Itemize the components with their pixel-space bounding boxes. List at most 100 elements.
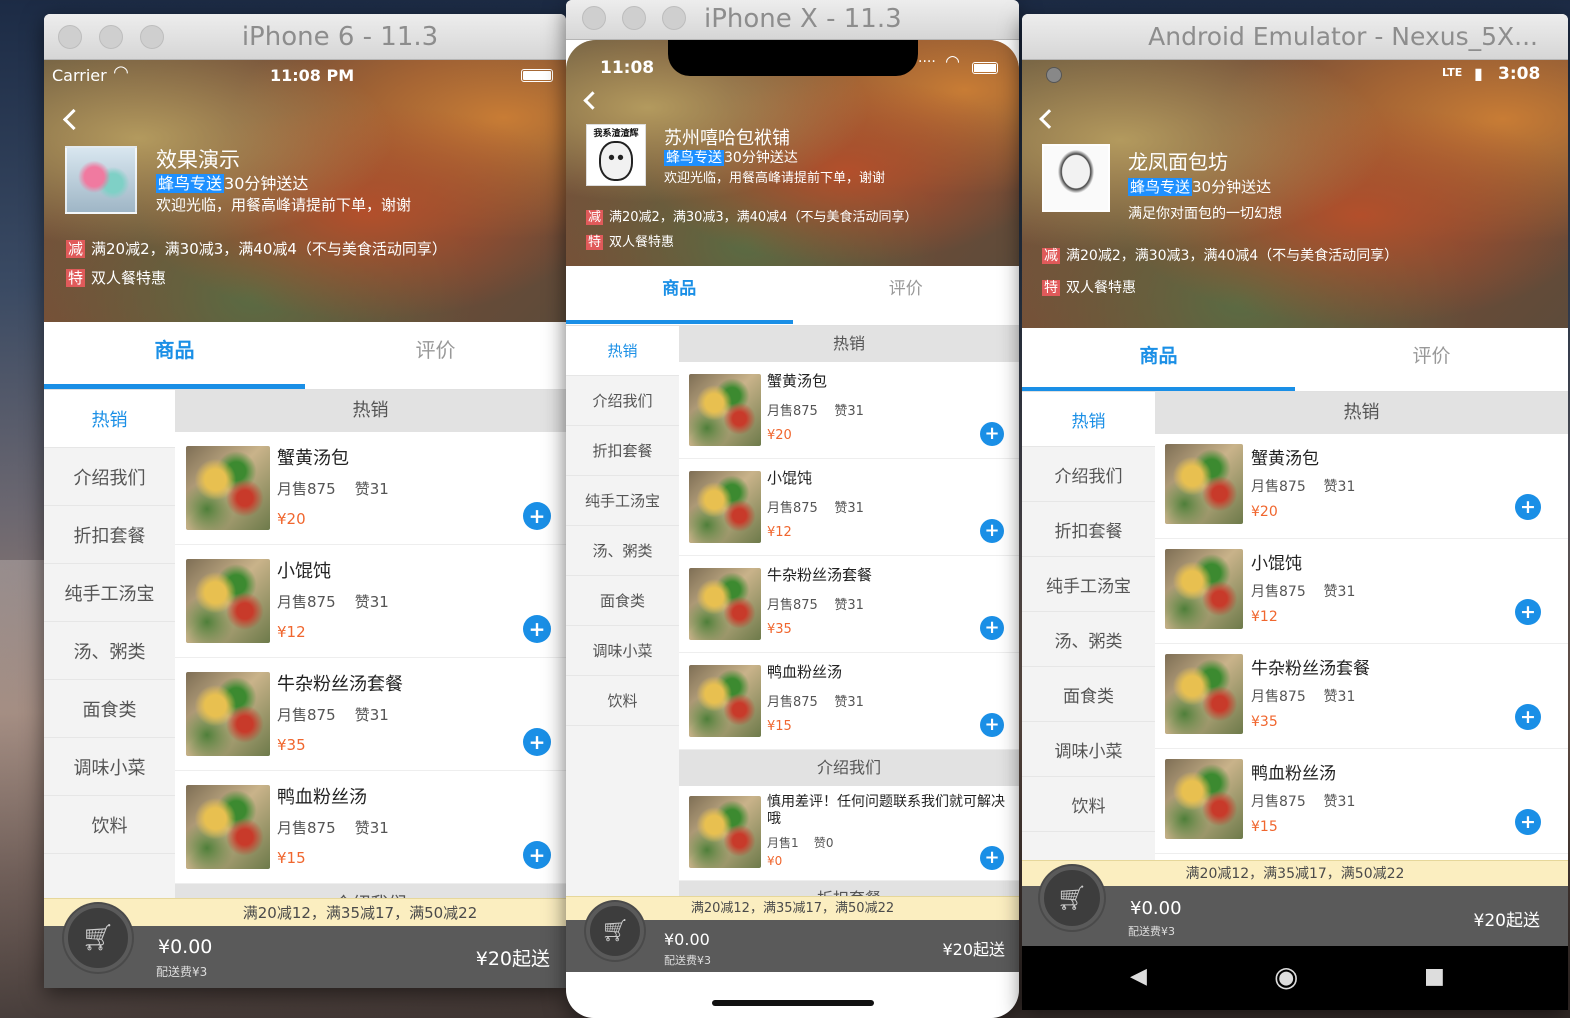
add-to-cart-button[interactable]: + [980,616,1004,640]
menu-item[interactable]: 面食类 [566,576,679,626]
delivery-fee: 配送费¥3 [664,954,711,967]
cart-button[interactable]: 🛒︎ [586,902,644,960]
section-header: 介绍我们 [175,884,566,898]
battery-icon [972,62,998,74]
nav-recent-button[interactable]: ■ [1424,964,1445,989]
cart-button[interactable]: 🛒︎ [1040,866,1104,930]
food-list[interactable]: 热销 蟹黄汤包 月售875 赞31 ¥20 + 小馄饨 月售875 赞31 ¥1… [1155,392,1568,860]
food-sales: 月售875 赞31 [1251,794,1356,810]
nav-home-button[interactable]: ◉ [1274,960,1298,993]
food-sales: 月售875 赞31 [767,404,864,419]
menu-item[interactable]: 调味小菜 [566,626,679,676]
menu-item[interactable]: 介绍我们 [566,376,679,426]
food-image [186,785,270,869]
tab-reviews[interactable]: 评价 [793,266,1020,312]
menu-item[interactable]: 饮料 [44,796,175,854]
tab-goods[interactable]: 商品 [566,266,793,312]
food-item[interactable]: 蟹黄汤包 月售875 赞31 ¥20 + [1155,434,1568,539]
menu-item[interactable]: 调味小菜 [44,738,175,796]
food-item[interactable]: 慎用差评！任何问题联系我们就可解决哦 月售1 赞0 ¥0 + [679,786,1019,881]
camera-dot [1046,67,1062,83]
section-header: 折扣套餐 [679,881,1019,896]
food-item[interactable]: 小馄饨 月售875 赞31 ¥12 + [175,545,566,658]
add-to-cart-button[interactable]: + [980,713,1004,737]
battery-icon: ▮ [1474,64,1483,83]
food-sales: 月售875 赞31 [1251,584,1356,600]
menu-item[interactable]: 汤、粥类 [44,622,175,680]
menu-item[interactable]: 纯手工汤宝 [44,564,175,622]
add-to-cart-button[interactable]: + [1515,599,1541,625]
simulator-window-iphone6: iPhone 6 - 11.3 Carrier ◠ 11:08 PM 效果演示 … [44,14,566,988]
food-sales: 月售875 赞31 [277,593,389,611]
add-to-cart-button[interactable]: + [523,502,551,530]
menu-item[interactable]: 介绍我们 [44,448,175,506]
promo-bar: 满20减12，满35减17，满50减22 [1022,860,1568,886]
food-item[interactable]: 鸭血粉丝汤 月售875 赞31 ¥15 + [679,653,1019,750]
menu-item[interactable]: 折扣套餐 [1022,502,1155,557]
menu-item[interactable]: 面食类 [44,680,175,738]
food-list[interactable]: 热销 蟹黄汤包 月售875 赞31 ¥20 + 小馄饨 月售875 赞31 ¥1… [175,390,566,898]
back-button[interactable] [1039,109,1059,129]
home-indicator[interactable] [712,1000,874,1006]
add-to-cart-button[interactable]: + [523,615,551,643]
add-to-cart-button[interactable]: + [523,728,551,756]
add-to-cart-button[interactable]: + [1515,704,1541,730]
window-titlebar[interactable]: iPhone 6 - 11.3 [44,14,566,60]
food-item[interactable]: 鸭血粉丝汤 月售875 赞31 ¥15 + [1155,749,1568,854]
shop-logo [65,146,137,214]
menu-item[interactable]: 热销 [566,326,679,376]
food-image [186,446,270,530]
menu-item[interactable]: 折扣套餐 [566,426,679,476]
window-titlebar[interactable]: Android Emulator - Nexus_5X... [1022,14,1568,60]
window-title: iPhone X - 11.3 [704,4,902,34]
food-item[interactable]: 蟹黄汤包 月售875 赞31 ¥20 + [679,362,1019,459]
window-titlebar[interactable]: iPhone X - 11.3 [566,0,1019,40]
cart-total: ¥0.00 [1130,898,1182,919]
menu-item[interactable]: 饮料 [1022,777,1155,832]
tab-goods[interactable]: 商品 [44,322,305,378]
shopping-cart-icon: 🛒︎ [81,923,115,953]
add-to-cart-button[interactable]: + [980,422,1004,446]
food-image [186,559,270,643]
shopping-cart-icon: 🛒︎ [1056,884,1088,912]
menu-item[interactable]: 纯手工汤宝 [1022,557,1155,612]
menu-item[interactable]: 热销 [44,390,175,448]
cart-button[interactable]: 🛒︎ [64,904,132,972]
food-item[interactable]: 蟹黄汤包 月售875 赞31 ¥20 + [175,432,566,545]
menu-item[interactable]: 折扣套餐 [44,506,175,564]
food-sales: 月售1 赞0 [767,836,834,850]
back-button[interactable] [583,91,602,110]
food-item[interactable]: 牛杂粉丝汤套餐 月售875 赞31 ¥35 + [175,658,566,771]
special-activity: 特双人餐特惠 [586,235,675,250]
tab-indicator [566,320,793,324]
food-list[interactable]: 热销 蟹黄汤包 月售875 赞31 ¥20 + 小馄饨 月售875 赞31 ¥1… [679,326,1019,896]
food-item[interactable]: 小馄饨 月售875 赞31 ¥12 + [1155,539,1568,644]
add-to-cart-button[interactable]: + [980,846,1004,870]
nav-back-button[interactable]: ◀ [1130,964,1147,989]
tab-goods[interactable]: 商品 [1022,328,1295,384]
add-to-cart-button[interactable]: + [1515,809,1541,835]
add-to-cart-button[interactable]: + [980,519,1004,543]
menu-item[interactable]: 纯手工汤宝 [566,476,679,526]
food-item[interactable]: 小馄饨 月售875 赞31 ¥12 + [679,459,1019,556]
food-item[interactable]: 鸭血粉丝汤 月售875 赞31 ¥15 + [175,771,566,884]
menu-item[interactable]: 饮料 [566,676,679,726]
menu-item[interactable]: 调味小菜 [1022,722,1155,777]
menu-item[interactable]: 面食类 [1022,667,1155,722]
add-to-cart-button[interactable]: + [1515,494,1541,520]
shop-description: 满足你对面包的一切幻想 [1128,206,1282,222]
back-button[interactable] [62,108,85,131]
category-menu: 热销 介绍我们 折扣套餐 纯手工汤宝 汤、粥类 面食类 调味小菜 饮料 [44,390,175,898]
menu-item[interactable]: 热销 [1022,392,1155,447]
add-to-cart-button[interactable]: + [523,841,551,869]
food-sales: 月售875 赞31 [1251,689,1356,705]
menu-item[interactable]: 汤、粥类 [566,526,679,576]
menu-item[interactable]: 汤、粥类 [1022,612,1155,667]
delivery-fee: 配送费¥3 [156,965,208,979]
menu-item[interactable]: 介绍我们 [1022,447,1155,502]
food-item[interactable]: 牛杂粉丝汤套餐 月售875 赞31 ¥35 + [679,556,1019,653]
food-item[interactable]: 牛杂粉丝汤套餐 月售875 赞31 ¥35 + [1155,644,1568,749]
tab-reviews[interactable]: 评价 [305,322,566,378]
tab-reviews[interactable]: 评价 [1295,328,1568,384]
food-name: 蟹黄汤包 [767,372,828,390]
